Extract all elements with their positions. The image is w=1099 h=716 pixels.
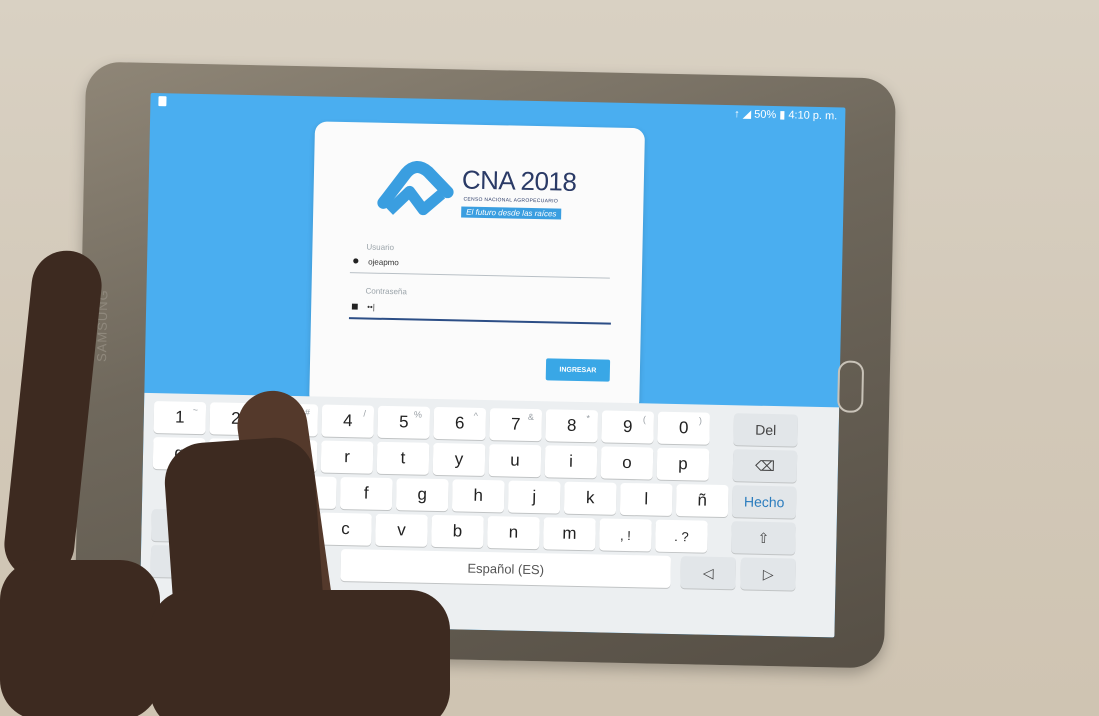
home-button[interactable] <box>837 360 865 413</box>
shift-right-icon[interactable]: ⇧ <box>731 521 796 555</box>
key-r[interactable]: r <box>320 440 374 474</box>
hecho-button[interactable]: Hecho <box>731 485 797 519</box>
cna-logo-icon <box>377 161 454 216</box>
key-enye[interactable]: ñ <box>675 484 729 518</box>
key-n[interactable]: n <box>487 516 540 550</box>
password-label: Contraseña <box>365 286 407 297</box>
key-h[interactable]: h <box>451 479 505 513</box>
key-i[interactable]: i <box>544 445 598 479</box>
status-info: ↑ ◢ 50% ▮ 4:10 p. m. <box>734 108 838 123</box>
username-underline <box>349 272 610 279</box>
ingresar-button[interactable]: INGRESAR <box>545 358 611 382</box>
user-icon: ● <box>352 253 360 268</box>
key-8[interactable]: 8 * <box>545 409 599 443</box>
key-4[interactable]: 4/ <box>321 404 375 438</box>
key-v[interactable]: v <box>375 513 428 547</box>
key-0[interactable]: 0) <box>657 411 711 445</box>
tablet-hardware-buttons <box>86 62 896 413</box>
status-bar: ↑ ◢ 50% ▮ 4:10 p. m. <box>150 93 845 126</box>
key-c[interactable]: c <box>319 512 372 546</box>
photo-background: SAMSUNG ↑ ◢ 50% ▮ 4:10 p. m. CNA 2018 CE… <box>0 0 1099 716</box>
left-arrow-icon[interactable]: ◁ <box>680 556 737 590</box>
key-9[interactable]: 9( <box>601 410 655 444</box>
app-subtitle: CENSO NACIONAL AGROPECUARIO <box>463 196 559 205</box>
right-hand <box>150 590 450 716</box>
username-field[interactable]: ojeapmo <box>368 258 399 268</box>
key-period[interactable]: . ? <box>655 519 708 553</box>
left-hand <box>0 560 160 716</box>
key-comma[interactable]: , ! <box>599 518 652 552</box>
key-b[interactable]: b <box>431 514 484 549</box>
lock-icon: ■ <box>351 299 359 314</box>
key-g[interactable]: g <box>395 478 449 512</box>
password-field[interactable]: ••| <box>367 303 375 312</box>
key-m[interactable]: m <box>543 517 596 551</box>
notification-icon <box>158 96 167 107</box>
backspace-icon[interactable]: ⌫ <box>732 449 798 483</box>
key-6[interactable]: 6 ^ <box>433 406 487 441</box>
key-o[interactable]: o <box>600 446 654 480</box>
key-f[interactable]: f <box>339 477 393 511</box>
key-k[interactable]: k <box>563 481 617 515</box>
right-arrow-icon[interactable]: ▷ <box>740 557 797 591</box>
key-l[interactable]: l <box>619 482 673 516</box>
key-1[interactable]: 1 ~ <box>153 401 207 435</box>
space-bar[interactable]: Español (ES) <box>340 549 672 588</box>
app-slogan: El futuro desde las raíces <box>461 206 562 220</box>
key-t[interactable]: t <box>376 441 430 475</box>
username-label: Usuario <box>366 242 395 253</box>
app-title: CNA 2018 <box>461 164 577 197</box>
key-7[interactable]: 7 & <box>489 408 543 442</box>
password-underline <box>348 317 611 325</box>
login-card: CNA 2018 CENSO NACIONAL AGROPECUARIO El … <box>309 121 645 414</box>
del-key[interactable]: Del <box>733 413 799 447</box>
key-y[interactable]: y <box>432 442 486 477</box>
key-j[interactable]: j <box>507 480 561 514</box>
key-5[interactable]: 5% <box>377 405 431 439</box>
key-p[interactable]: p <box>656 447 710 481</box>
key-u[interactable]: u <box>488 444 542 478</box>
